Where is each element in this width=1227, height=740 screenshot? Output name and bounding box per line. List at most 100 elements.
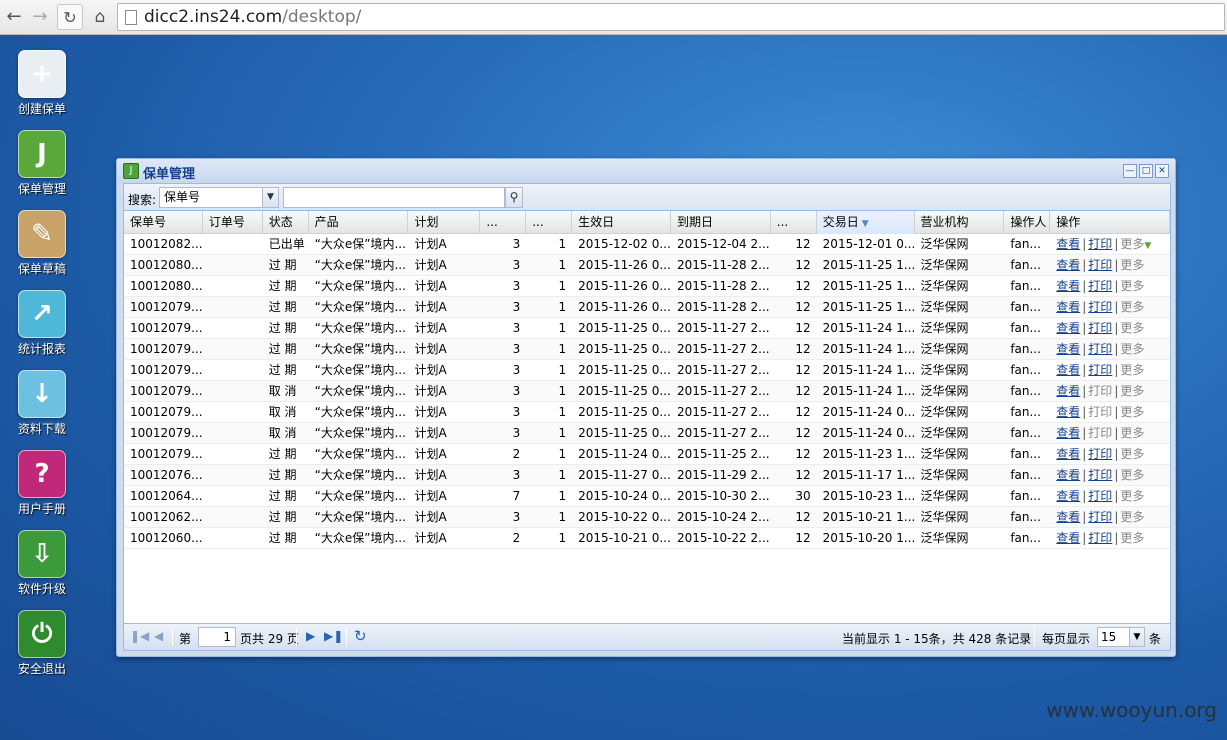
view-link[interactable]: 查看 bbox=[1056, 321, 1080, 335]
desktop-icon[interactable]: J 保单管理 bbox=[8, 130, 76, 197]
desktop-icon[interactable]: ⏻ 安全退出 bbox=[8, 610, 76, 677]
view-link[interactable]: 查看 bbox=[1056, 531, 1080, 545]
reload-icon[interactable]: ↻ bbox=[57, 4, 83, 30]
desktop-icon[interactable]: ? 用户手册 bbox=[8, 450, 76, 517]
view-link[interactable]: 查看 bbox=[1056, 468, 1080, 482]
table-row[interactable]: 10012079... 取 消 “大众e保”境内... 计划A 3 1 2015-11-25… bbox=[124, 402, 1170, 423]
upgrade-icon[interactable]: ⇩ bbox=[18, 530, 66, 578]
last-page-icon[interactable]: ▶❚ bbox=[324, 629, 343, 643]
more-menu[interactable]: 更多 bbox=[1120, 510, 1144, 524]
table-row[interactable]: 10012079... 过 期 “大众e保”境内... 计划A 3 1 2015-11-26… bbox=[124, 297, 1170, 318]
view-link[interactable]: 查看 bbox=[1056, 510, 1080, 524]
column-header[interactable]: 计划 bbox=[408, 211, 481, 234]
create-policy-icon[interactable]: + bbox=[18, 50, 66, 98]
more-menu[interactable]: 更多 bbox=[1120, 279, 1144, 293]
column-header[interactable]: 操作 bbox=[1050, 211, 1171, 234]
view-link[interactable]: 查看 bbox=[1056, 447, 1080, 461]
print-link[interactable]: 打印 bbox=[1088, 300, 1112, 314]
table-row[interactable]: 10012080... 过 期 “大众e保”境内... 计划A 3 1 2015-11-26… bbox=[124, 276, 1170, 297]
maximize-icon[interactable]: □ bbox=[1139, 164, 1153, 178]
first-page-icon[interactable]: ❚◀ bbox=[130, 629, 149, 643]
print-link[interactable]: 打印 bbox=[1088, 468, 1112, 482]
more-menu[interactable]: 更多 bbox=[1120, 342, 1144, 356]
print-link[interactable]: 打印 bbox=[1088, 489, 1112, 503]
print-link[interactable]: 打印 bbox=[1088, 279, 1112, 293]
view-link[interactable]: 查看 bbox=[1056, 258, 1080, 272]
view-link[interactable]: 查看 bbox=[1056, 405, 1080, 419]
print-link[interactable]: 打印 bbox=[1088, 531, 1112, 545]
column-header[interactable]: 生效日 bbox=[572, 211, 671, 234]
table-row[interactable]: 10012076... 过 期 “大众e保”境内... 计划A 3 1 2015-11-27… bbox=[124, 465, 1170, 486]
chevron-down-icon[interactable]: ▼ bbox=[262, 188, 278, 207]
chevron-down-icon[interactable]: ▼ bbox=[1144, 241, 1151, 251]
more-menu[interactable]: 更多 bbox=[1120, 531, 1144, 545]
print-link[interactable]: 打印 bbox=[1088, 363, 1112, 377]
desktop-icon[interactable]: ↓ 资料下载 bbox=[8, 370, 76, 437]
search-icon[interactable]: ⚲ bbox=[505, 187, 523, 208]
more-menu[interactable]: 更多 bbox=[1120, 447, 1144, 461]
forward-arrow-icon[interactable]: → bbox=[28, 4, 52, 30]
table-row[interactable]: 10012062... 过 期 “大众e保”境内... 计划A 3 1 2015-10-22… bbox=[124, 507, 1170, 528]
view-link[interactable]: 查看 bbox=[1056, 279, 1080, 293]
table-row[interactable]: 10012082... 已出单 “大众e保”境内... 计划A 3 1 2015-12-02… bbox=[124, 234, 1170, 255]
more-menu[interactable]: 更多 bbox=[1120, 321, 1144, 335]
chart-icon[interactable]: ↗ bbox=[18, 290, 66, 338]
column-header[interactable]: ... bbox=[771, 211, 817, 234]
view-link[interactable]: 查看 bbox=[1056, 300, 1080, 314]
prev-page-icon[interactable]: ◀ bbox=[154, 629, 163, 643]
table-row[interactable]: 10012080... 过 期 “大众e保”境内... 计划A 3 1 2015-11-26… bbox=[124, 255, 1170, 276]
column-header[interactable]: ... bbox=[526, 211, 573, 234]
table-row[interactable]: 10012079... 取 消 “大众e保”境内... 计划A 3 1 2015-11-25… bbox=[124, 381, 1170, 402]
view-link[interactable]: 查看 bbox=[1056, 384, 1080, 398]
more-menu[interactable]: 更多 bbox=[1120, 405, 1144, 419]
back-arrow-icon[interactable]: ← bbox=[2, 4, 26, 30]
minimize-icon[interactable]: — bbox=[1123, 164, 1137, 178]
print-link[interactable]: 打印 bbox=[1088, 258, 1112, 272]
column-header[interactable]: 交易日 ▼ bbox=[816, 211, 915, 234]
more-menu[interactable]: 更多 bbox=[1120, 258, 1144, 272]
more-menu[interactable]: 更多 bbox=[1120, 237, 1144, 251]
window-header[interactable]: J 保单管理 — □ ✕ bbox=[117, 159, 1175, 183]
table-row[interactable]: 10012079... 过 期 “大众e保”境内... 计划A 3 1 2015-11-25… bbox=[124, 318, 1170, 339]
desktop-icon[interactable]: ↗ 统计报表 bbox=[8, 290, 76, 357]
close-icon[interactable]: ✕ bbox=[1155, 164, 1169, 178]
print-link[interactable]: 打印 bbox=[1088, 237, 1112, 251]
refresh-icon[interactable]: ↻ bbox=[354, 627, 367, 645]
more-menu[interactable]: 更多 bbox=[1120, 489, 1144, 503]
table-row[interactable]: 10012079... 过 期 “大众e保”境内... 计划A 2 1 2015-11-24… bbox=[124, 444, 1170, 465]
desktop-icon[interactable]: + 创建保单 bbox=[8, 50, 76, 117]
column-header[interactable]: 到期日 bbox=[671, 211, 771, 234]
download-doc-icon[interactable]: ↓ bbox=[18, 370, 66, 418]
column-header[interactable]: 产品 bbox=[309, 211, 409, 234]
more-menu[interactable]: 更多 bbox=[1120, 426, 1144, 440]
more-menu[interactable]: 更多 bbox=[1120, 468, 1144, 482]
table-row[interactable]: 10012064... 过 期 “大众e保”境内... 计划A 7 1 2015-10-24… bbox=[124, 486, 1170, 507]
chevron-down-icon[interactable]: ▼ bbox=[1129, 628, 1144, 646]
print-link[interactable]: 打印 bbox=[1088, 510, 1112, 524]
table-row[interactable]: 10012079... 取 消 “大众e保”境内... 计划A 3 1 2015-11-25… bbox=[124, 423, 1170, 444]
column-header[interactable]: 保单号 bbox=[124, 211, 203, 234]
print-link[interactable]: 打印 bbox=[1088, 447, 1112, 461]
print-link[interactable]: 打印 bbox=[1088, 342, 1112, 356]
home-icon[interactable]: ⌂ bbox=[88, 4, 112, 30]
column-header[interactable]: 状态 bbox=[263, 211, 309, 234]
clipboard-icon[interactable]: ✎ bbox=[18, 210, 66, 258]
column-header[interactable]: 订单号 bbox=[203, 211, 263, 234]
column-header[interactable]: 操作人 bbox=[1004, 211, 1051, 234]
column-header[interactable]: ... bbox=[480, 211, 527, 234]
table-row[interactable]: 10012079... 过 期 “大众e保”境内... 计划A 3 1 2015-11-25… bbox=[124, 360, 1170, 381]
desktop-icon[interactable]: ✎ 保单草稿 bbox=[8, 210, 76, 277]
table-row[interactable]: 10012079... 过 期 “大众e保”境内... 计划A 3 1 2015-11-25… bbox=[124, 339, 1170, 360]
view-link[interactable]: 查看 bbox=[1056, 237, 1080, 251]
table-row[interactable]: 10012060... 过 期 “大众e保”境内... 计划A 2 1 2015-10-21… bbox=[124, 528, 1170, 549]
view-link[interactable]: 查看 bbox=[1056, 363, 1080, 377]
page-size-select[interactable]: 15 ▼ bbox=[1097, 627, 1145, 647]
view-link[interactable]: 查看 bbox=[1056, 426, 1080, 440]
print-link[interactable]: 打印 bbox=[1088, 321, 1112, 335]
search-field-select[interactable]: 保单号 ▼ bbox=[159, 187, 279, 208]
more-menu[interactable]: 更多 bbox=[1120, 300, 1144, 314]
help-icon[interactable]: ? bbox=[18, 450, 66, 498]
view-link[interactable]: 查看 bbox=[1056, 489, 1080, 503]
search-input[interactable] bbox=[283, 187, 505, 208]
next-page-icon[interactable]: ▶ bbox=[306, 629, 315, 643]
